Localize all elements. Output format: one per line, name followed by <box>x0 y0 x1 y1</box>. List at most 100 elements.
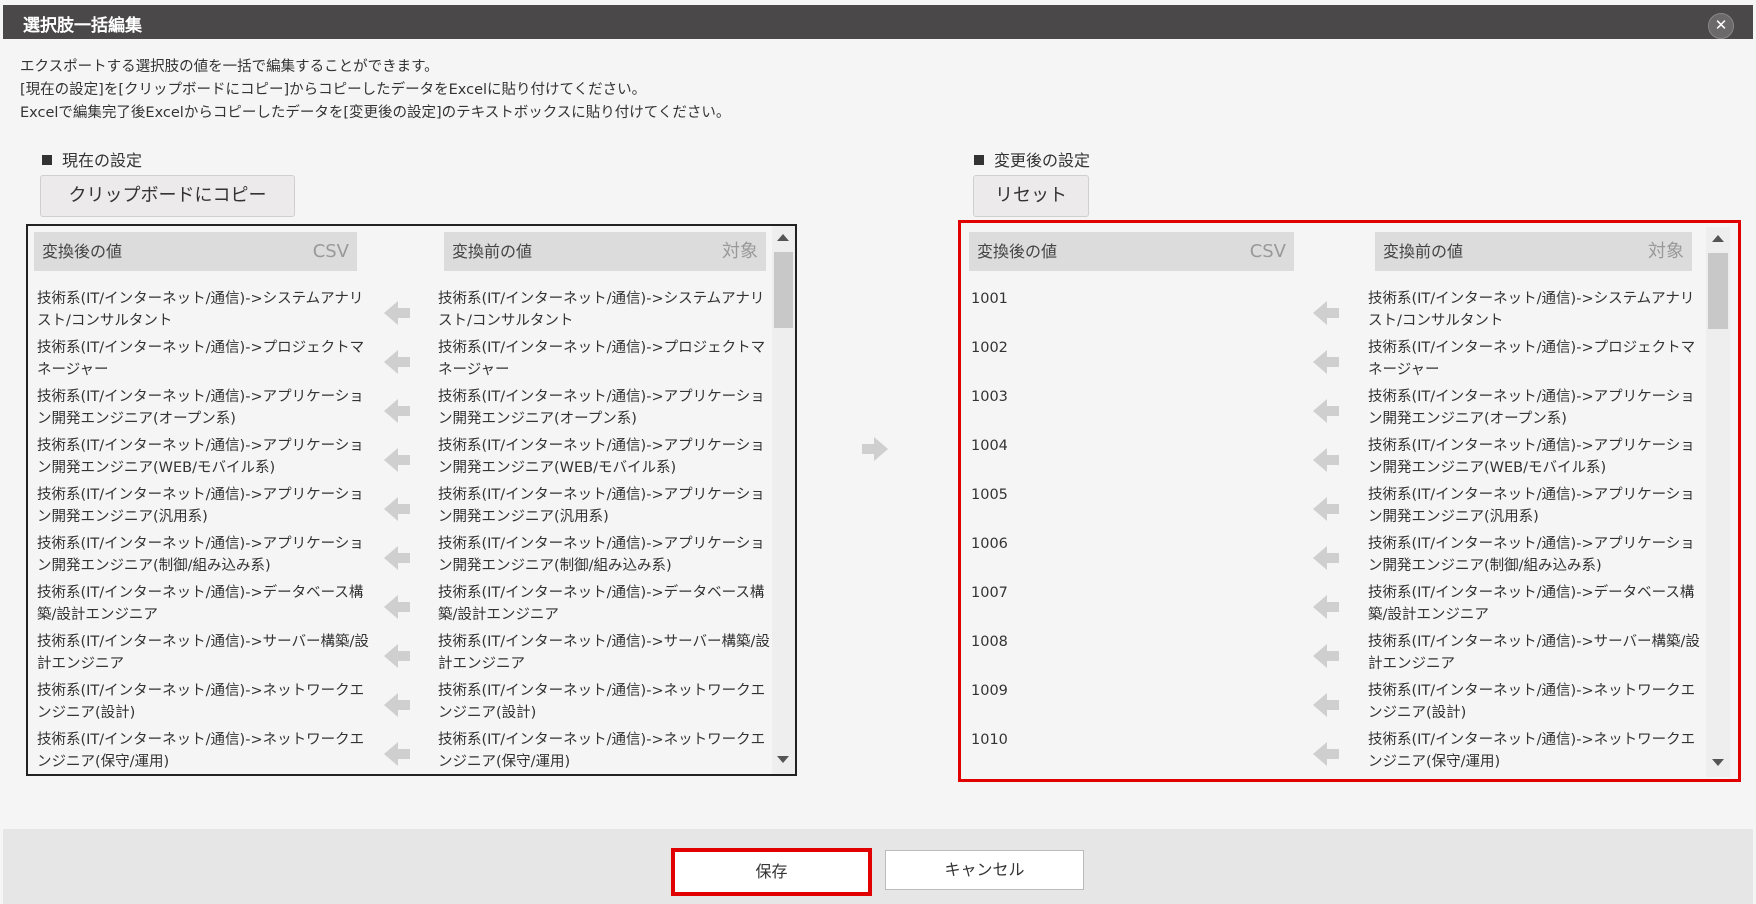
close-icon[interactable]: ✕ <box>1708 13 1734 39</box>
arrow-left-icon <box>1313 742 1339 766</box>
after-value-cell: 技術系(IT/インターネット/通信)->データベース構築/設計エンジニア <box>37 585 364 623</box>
table-row: 1003 技術系(IT/インターネット/通信)->アプリケーション開発エンジニア(… <box>961 386 1701 435</box>
arrow-left-icon <box>384 301 410 325</box>
changed-settings-title: 変更後の設定 <box>974 147 1090 171</box>
table-row: 技術系(IT/インターネット/通信)->アプリケーション開発エンジニア(オープン… <box>28 386 768 435</box>
scrollbar[interactable] <box>772 226 795 774</box>
after-value-cell: 技術系(IT/インターネット/通信)->ネットワークエンジニア(設計) <box>37 683 365 721</box>
after-value-cell: 技術系(IT/インターネット/通信)->アプリケーション開発エンジニア(オープン… <box>37 389 364 427</box>
scroll-down-icon[interactable] <box>1712 759 1724 766</box>
table-row: 技術系(IT/インターネット/通信)->アプリケーション開発エンジニア(制御/組… <box>28 533 768 582</box>
dialog-footer <box>3 829 1753 904</box>
dialog-title: 選択肢一括編集 <box>23 16 142 36</box>
arrow-left-icon <box>384 742 410 766</box>
after-value-cell[interactable]: 1003 <box>971 386 1306 408</box>
before-value-cell: 技術系(IT/インターネット/通信)->サーバー構築/設計エンジニア <box>1368 634 1700 672</box>
arrow-left-icon <box>1313 448 1339 472</box>
table-row: 技術系(IT/インターネット/通信)->データベース構築/設計エンジニア 技術系(… <box>28 582 768 631</box>
arrow-right-icon <box>862 437 888 461</box>
before-value-cell: 技術系(IT/インターネット/通信)->ネットワークエンジニア(設計) <box>1368 683 1696 721</box>
arrow-left-icon <box>1313 595 1339 619</box>
after-value-cell: 技術系(IT/インターネット/通信)->アプリケーション開発エンジニア(WEB/… <box>37 438 364 476</box>
before-value-cell: 技術系(IT/インターネット/通信)->データベース構築/設計エンジニア <box>438 585 765 623</box>
before-value-cell: 技術系(IT/インターネット/通信)->アプリケーション開発エンジニア(汎用系) <box>1368 487 1695 525</box>
arrow-left-icon <box>1313 350 1339 374</box>
arrow-left-icon <box>384 497 410 521</box>
arrow-left-icon <box>1313 693 1339 717</box>
square-bullet-icon <box>42 155 52 165</box>
before-value-cell: 技術系(IT/インターネット/通信)->ネットワークエンジニア(保守/運用) <box>438 732 766 770</box>
before-value-cell: 技術系(IT/インターネット/通信)->アプリケーション開発エンジニア(WEB/… <box>1368 438 1695 476</box>
description-line: [現在の設定]を[クリップボードにコピー]からコピーしたデータをExcelに貼り… <box>20 82 647 98</box>
after-value-cell: 技術系(IT/インターネット/通信)->ネットワークエンジニア(保守/運用) <box>37 732 365 770</box>
before-value-cell: 技術系(IT/インターネット/通信)->プロジェクトマネージャー <box>1368 340 1696 378</box>
after-value-cell[interactable]: 1004 <box>971 435 1306 457</box>
changed-settings-panel[interactable]: 変換後の値 CSV 変換前の値 対象 1001 技術系(IT/インターネット/通信… <box>958 220 1741 782</box>
after-value-cell[interactable]: 1009 <box>971 680 1306 702</box>
table-row: 1002 技術系(IT/インターネット/通信)->プロジェクトマネージャー <box>961 337 1701 386</box>
reset-button[interactable]: リセット <box>973 175 1089 217</box>
before-value-cell: 技術系(IT/インターネット/通信)->サーバー構築/設計エンジニア <box>438 634 770 672</box>
current-settings-panel[interactable]: 変換後の値 CSV 変換前の値 対象 技術系(IT/インターネット/通信)->シ… <box>26 224 797 776</box>
description-line: エクスポートする選択肢の値を一括で編集することができます。 <box>20 59 439 75</box>
header-after-value: 変換後の値 CSV <box>34 232 357 271</box>
before-value-cell: 技術系(IT/インターネット/通信)->アプリケーション開発エンジニア(オープン… <box>1368 389 1695 427</box>
description: エクスポートする選択肢の値を一括で編集することができます。 [現在の設定]を[ク… <box>20 56 730 125</box>
before-value-cell: 技術系(IT/インターネット/通信)->ネットワークエンジニア(設計) <box>438 683 766 721</box>
table-row: 1007 技術系(IT/インターネット/通信)->データベース構築/設計エンジニア <box>961 582 1701 631</box>
arrow-left-icon <box>384 595 410 619</box>
cancel-button[interactable]: キャンセル <box>885 850 1084 890</box>
after-value-cell: 技術系(IT/インターネット/通信)->プロジェクトマネージャー <box>37 340 365 378</box>
table-row: 1008 技術系(IT/インターネット/通信)->サーバー構築/設計エンジニア <box>961 631 1701 680</box>
header-before-value: 変換前の値 対象 <box>1375 232 1692 271</box>
table-row: 技術系(IT/インターネット/通信)->サーバー構築/設計エンジニア 技術系(IT… <box>28 631 770 680</box>
scroll-up-icon[interactable] <box>1712 235 1724 242</box>
arrow-left-icon <box>1313 497 1339 521</box>
scroll-thumb[interactable] <box>774 252 793 328</box>
before-value-cell: 技術系(IT/インターネット/通信)->ネットワークエンジニア(保守/運用) <box>1368 732 1696 770</box>
after-value-cell[interactable]: 1005 <box>971 484 1306 506</box>
before-value-cell: 技術系(IT/インターネット/通信)->アプリケーション開発エンジニア(制御/組… <box>438 536 765 574</box>
arrow-left-icon <box>1313 301 1339 325</box>
table-row: 技術系(IT/インターネット/通信)->ネットワークエンジニア(保守/運用) 技術… <box>28 729 768 774</box>
arrow-left-icon <box>384 448 410 472</box>
square-bullet-icon <box>974 155 984 165</box>
before-value-cell: 技術系(IT/インターネット/通信)->システムアナリスト/コンサルタント <box>438 291 765 329</box>
header-before-value: 変換前の値 対象 <box>444 232 766 271</box>
scroll-thumb[interactable] <box>1708 253 1728 329</box>
arrow-left-icon <box>384 693 410 717</box>
description-line: Excelで編集完了後Excelからコピーしたデータを[変更後の設定]のテキスト… <box>20 105 731 121</box>
after-value-cell[interactable]: 1010 <box>971 729 1306 751</box>
table-row: 1001 技術系(IT/インターネット/通信)->システムアナリスト/コンサルタン… <box>961 288 1701 337</box>
scrollbar[interactable] <box>1706 227 1730 777</box>
table-row: 技術系(IT/インターネット/通信)->アプリケーション開発エンジニア(WEB/… <box>28 435 768 484</box>
after-value-cell[interactable]: 1008 <box>971 631 1306 653</box>
after-value-cell[interactable]: 1001 <box>971 288 1306 310</box>
table-row: 1009 技術系(IT/インターネット/通信)->ネットワークエンジニア(設計) <box>961 680 1701 729</box>
arrow-left-icon <box>384 644 410 668</box>
table-row: 技術系(IT/インターネット/通信)->ネットワークエンジニア(設計) 技術系(I… <box>28 680 768 729</box>
dialog-titlebar: 選択肢一括編集 ✕ <box>3 5 1753 39</box>
before-value-cell: 技術系(IT/インターネット/通信)->プロジェクトマネージャー <box>438 340 766 378</box>
before-value-cell: 技術系(IT/インターネット/通信)->データベース構築/設計エンジニア <box>1368 585 1695 623</box>
table-row: 1010 技術系(IT/インターネット/通信)->ネットワークエンジニア(保守/運… <box>961 729 1701 778</box>
table-row: 技術系(IT/インターネット/通信)->プロジェクトマネージャー 技術系(IT/イ… <box>28 337 768 386</box>
after-value-cell: 技術系(IT/インターネット/通信)->システムアナリスト/コンサルタント <box>37 291 364 329</box>
scroll-down-icon[interactable] <box>777 756 789 763</box>
after-value-cell[interactable]: 1006 <box>971 533 1306 555</box>
table-row: 1004 技術系(IT/インターネット/通信)->アプリケーション開発エンジニア(… <box>961 435 1701 484</box>
before-value-cell: 技術系(IT/インターネット/通信)->アプリケーション開発エンジニア(制御/組… <box>1368 536 1695 574</box>
copy-to-clipboard-button[interactable]: クリップボードにコピー <box>40 175 295 217</box>
after-value-cell[interactable]: 1007 <box>971 582 1306 604</box>
before-value-cell: 技術系(IT/インターネット/通信)->アプリケーション開発エンジニア(オープン… <box>438 389 765 427</box>
save-button[interactable]: 保存 <box>671 848 872 896</box>
scroll-up-icon[interactable] <box>777 234 789 241</box>
arrow-left-icon <box>1313 399 1339 423</box>
table-row: 1006 技術系(IT/インターネット/通信)->アプリケーション開発エンジニア(… <box>961 533 1701 582</box>
after-value-cell: 技術系(IT/インターネット/通信)->アプリケーション開発エンジニア(制御/組… <box>37 536 364 574</box>
after-value-cell[interactable]: 1002 <box>971 337 1306 359</box>
arrow-left-icon <box>384 546 410 570</box>
arrow-left-icon <box>1313 546 1339 570</box>
table-row: 1005 技術系(IT/インターネット/通信)->アプリケーション開発エンジニア(… <box>961 484 1701 533</box>
arrow-left-icon <box>384 350 410 374</box>
